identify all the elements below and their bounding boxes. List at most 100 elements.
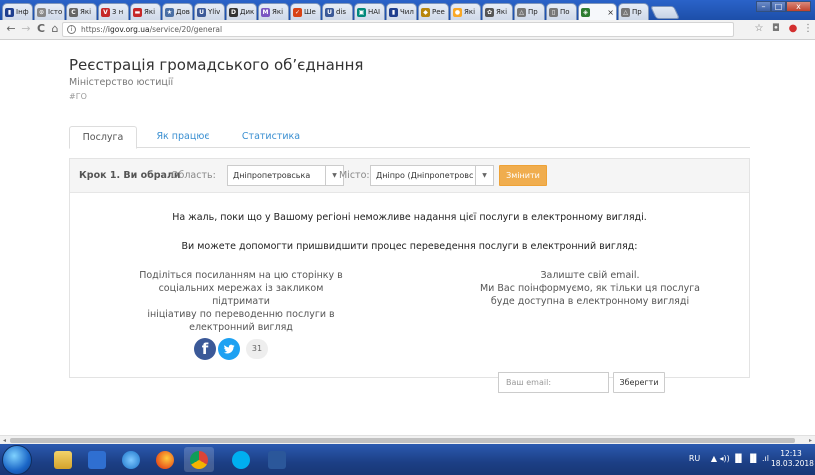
chrome-icon (190, 450, 208, 469)
browser-tab[interactable]: M Які (258, 3, 289, 20)
taskbar-explorer[interactable] (48, 447, 78, 472)
favicon-icon: ◆ (421, 7, 430, 17)
browser-tab-title: Які (496, 8, 508, 16)
browser-tab-title: Рее (432, 8, 445, 16)
horizontal-scrollbar[interactable]: ◂ ▸ (0, 435, 815, 444)
browser-tab-strip: ▮ Інф ⊙ Істо C Які V 3 н ▬ Які ★ Дов U Yliv D Дик M Які ✓ Ш… (0, 0, 815, 20)
browser-toolbar: ← → C ⌂ i https://igov.org.ua/service/20… (0, 20, 815, 40)
taskbar-app[interactable] (82, 447, 112, 472)
notify-text-line: Ми Вас поінформуємо, як тільки ця послуг… (479, 283, 701, 294)
firefox-icon (156, 450, 174, 469)
minimize-button[interactable]: – (756, 1, 771, 12)
info-icon[interactable]: i (67, 25, 76, 34)
address-bar[interactable]: i https://igov.org.ua/service/20/general (62, 22, 734, 37)
browser-tab[interactable]: C Які (66, 3, 97, 20)
clock[interactable]: 12:13 18.03.2018 (771, 449, 814, 469)
browser-tab[interactable]: U Yliv (194, 3, 225, 20)
browser-tab[interactable]: ◆ Рее (418, 3, 449, 20)
extension-camera-icon[interactable]: ◘ (770, 23, 782, 35)
taskbar-chrome[interactable] (184, 447, 214, 472)
browser-tab-title: Дик (240, 8, 254, 16)
browser-tab[interactable]: ✓ Ше (290, 3, 321, 20)
unavailable-message: На жаль, поки що у Вашому регіоні неможл… (172, 212, 647, 223)
favicon-icon: ▣ (357, 7, 366, 17)
back-button[interactable]: ← (4, 22, 18, 36)
taskbar-word[interactable] (262, 447, 292, 472)
browser-tab[interactable]: △ Пр (514, 3, 545, 20)
reload-button[interactable]: C (34, 22, 48, 36)
help-message: Ви можете допомогти пришвидшити процес п… (181, 241, 638, 252)
tray-icons[interactable]: ▲ ◂)) ▐▌ ▐▌ .ıl (711, 454, 769, 463)
favicon-icon: U (325, 7, 334, 17)
favicon-icon: U (197, 7, 206, 17)
taskbar-skype[interactable] (226, 447, 256, 472)
clock-time: 12:13 (780, 449, 802, 458)
favicon-icon: ⊙ (37, 7, 46, 17)
bookmark-star-icon[interactable]: ☆ (753, 23, 765, 35)
browser-tab[interactable]: ✿ Які (482, 3, 513, 20)
browser-tab[interactable]: ◈ × (578, 3, 617, 20)
browser-tab[interactable]: ▮ Чил (386, 3, 417, 20)
city-select[interactable]: Дніпро (Дніпропетровс ▼ (370, 165, 494, 186)
save-button[interactable]: Зберегти (613, 372, 665, 393)
browser-tab-title: Які (144, 8, 156, 16)
maximize-button[interactable]: □ (771, 1, 786, 12)
twitter-share-icon[interactable] (218, 338, 240, 360)
tab-statistics[interactable]: Статистика (229, 126, 313, 148)
browser-tab[interactable]: △ Пр (618, 3, 649, 20)
skype-icon (232, 450, 250, 469)
close-tab-icon[interactable]: × (607, 8, 614, 17)
browser-tab[interactable]: D Дик (226, 3, 257, 20)
browser-tab[interactable]: ▬ Які (130, 3, 161, 20)
taskbar-ie[interactable] (116, 447, 146, 472)
browser-tab[interactable]: ● Які (450, 3, 481, 20)
favicon-icon: △ (621, 7, 630, 17)
email-input[interactable]: Ваш email: (498, 372, 609, 393)
home-button[interactable]: ⌂ (48, 22, 62, 36)
social-share: f 31 (194, 337, 268, 361)
browser-menu-icon[interactable]: ⋮ (802, 23, 814, 35)
browser-tab[interactable]: ▯ По (546, 3, 577, 20)
browser-tab[interactable]: ⊙ Істо (34, 3, 65, 20)
page-title: Реєстрація громадського об’єднання (69, 56, 364, 74)
favicon-icon: ✿ (485, 7, 494, 17)
share-text-line: ініціативу по переводенню послуги в (147, 309, 335, 320)
twitter-bird-icon (223, 344, 235, 354)
region-select[interactable]: Дніпропетровська ▼ (227, 165, 344, 186)
browser-tab-title: Які (464, 8, 476, 16)
scrollbar-thumb[interactable] (10, 438, 795, 443)
browser-tab-title: Дов (176, 8, 190, 16)
close-window-button[interactable]: x (786, 1, 811, 12)
start-button[interactable] (2, 445, 32, 475)
browser-tab-title: Ше (304, 8, 316, 16)
browser-tab[interactable]: Udis (322, 3, 353, 20)
tab-how-it-works[interactable]: Як працює (143, 126, 223, 148)
favicon-icon: ▬ (133, 7, 142, 17)
change-button[interactable]: Змінити (499, 165, 547, 186)
favicon-icon: ▯ (549, 7, 558, 17)
share-text: Поділіться посиланням на цю сторінку в с… (130, 269, 352, 334)
city-label: Місто: (339, 170, 370, 181)
forward-button[interactable]: → (19, 22, 33, 36)
vertical-scrollbar[interactable] (809, 41, 815, 441)
browser-tab-title: Істо (48, 8, 62, 16)
word-icon (268, 450, 286, 469)
browser-tab-title: Які (80, 8, 92, 16)
share-text-line: соціальних мережах із закликом підтримат… (158, 283, 324, 307)
language-indicator[interactable]: RU (689, 454, 700, 463)
browser-tab[interactable]: ▮ Інф (2, 3, 33, 20)
window-controls: – □ x (756, 1, 811, 12)
tab-service[interactable]: Послуга (69, 126, 137, 149)
windows-taskbar: RU ▲ ◂)) ▐▌ ▐▌ .ıl 12:13 18.03.2018 (0, 444, 815, 475)
notify-text-line: Залиште свій email. (540, 270, 640, 281)
tab-list: ▮ Інф ⊙ Істо C Які V 3 н ▬ Які ★ Дов U Yliv D Дик M Які ✓ Ш… (2, 3, 681, 20)
favicon-icon: M (261, 7, 270, 17)
facebook-share-icon[interactable]: f (194, 338, 216, 360)
taskbar-firefox[interactable] (150, 447, 180, 472)
new-tab-button[interactable] (649, 6, 681, 19)
browser-tab[interactable]: ▣ HAI (354, 3, 385, 20)
share-count: 31 (246, 339, 268, 359)
extension-badge-icon[interactable]: ● (787, 23, 799, 35)
browser-tab[interactable]: V3 н (98, 3, 129, 20)
browser-tab[interactable]: ★ Дов (162, 3, 193, 20)
